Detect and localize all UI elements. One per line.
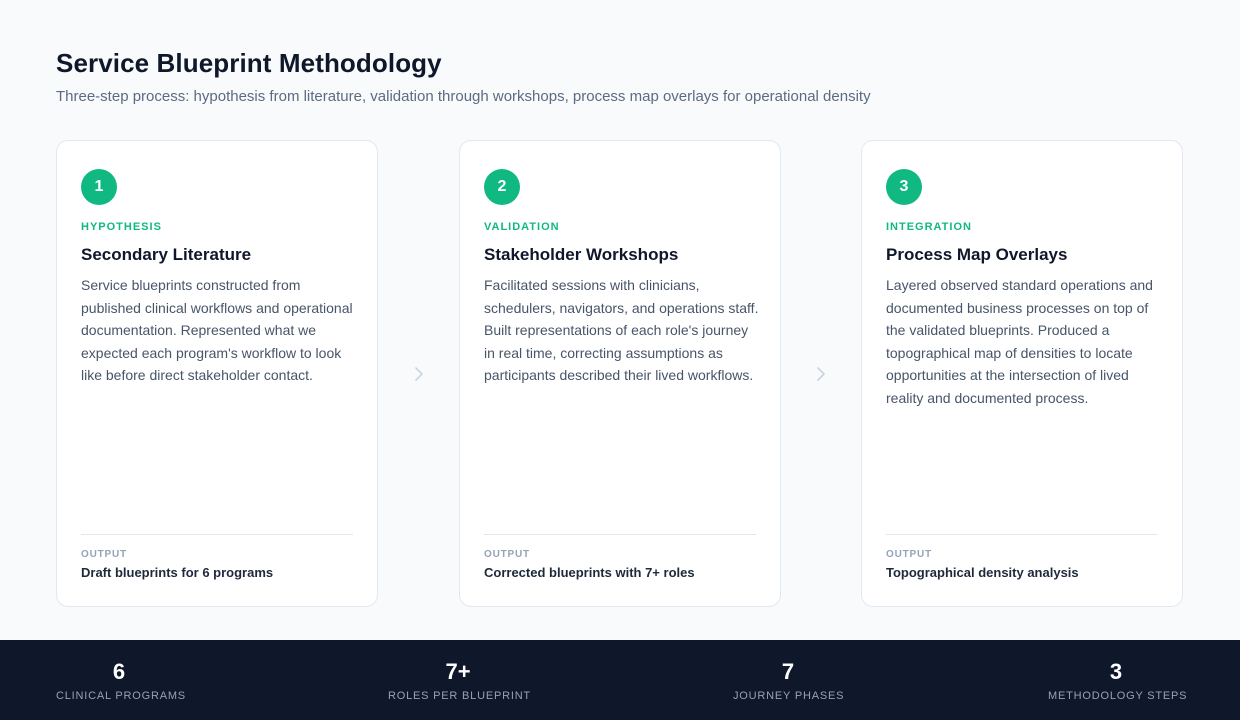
stat-roles-per-blueprint: 7+ ROLES PER BLUEPRINT [388,659,531,703]
stat-label: METHODOLOGY STEPS [1048,690,1188,702]
card-divider [484,534,756,535]
stat-journey-phases: 7 JOURNEY PHASES [733,659,845,703]
step-description: Service blueprints constructed from publ… [81,277,353,383]
step-number-badge: 3 [886,169,922,205]
page-title: Service Blueprint Methodology [56,48,442,78]
step-card-validation: 2 VALIDATION Stakeholder Workshops Facil… [459,140,781,607]
output-label: OUTPUT [81,549,127,560]
methodology-page: Service Blueprint Methodology Three-step… [0,0,1240,720]
stat-label: JOURNEY PHASES [733,690,845,702]
step-description: Layered observed standard operations and… [886,277,1153,406]
output-label: OUTPUT [886,549,932,560]
step-title: Secondary Literature [81,245,252,264]
step-number-badge: 1 [81,169,117,205]
step-phase-label: VALIDATION [484,221,560,233]
step-phase-label: INTEGRATION [886,221,972,233]
output-label: OUTPUT [484,549,530,560]
step-phase-label: HYPOTHESIS [81,221,162,233]
chevron-right-icon [407,362,431,386]
stat-value: 7 [781,659,795,684]
stat-value: 7+ [445,659,471,684]
card-divider [81,534,353,535]
step-title: Stakeholder Workshops [484,245,679,264]
stats-bar: 6 CLINICAL PROGRAMS 7+ ROLES PER BLUEPRI… [0,640,1240,720]
stat-methodology-steps: 3 METHODOLOGY STEPS [1048,659,1188,703]
output-value: Draft blueprints for 6 programs [81,565,274,580]
step-card-integration: 3 INTEGRATION Process Map Overlays Layer… [861,140,1183,607]
stat-clinical-programs: 6 CLINICAL PROGRAMS [56,659,186,703]
stat-label: ROLES PER BLUEPRINT [388,690,531,702]
output-value: Corrected blueprints with 7+ roles [484,565,695,580]
step-title: Process Map Overlays [886,245,1068,264]
stat-label: CLINICAL PROGRAMS [56,690,186,702]
chevron-right-icon [809,362,833,386]
page-subtitle: Three-step process: hypothesis from lite… [56,88,871,105]
step-card-hypothesis: 1 HYPOTHESIS Secondary Literature Servic… [56,140,378,607]
stat-value: 3 [1109,659,1123,684]
card-divider [886,534,1158,535]
step-description: Facilitated sessions with clinicians, sc… [484,277,759,383]
step-number-badge: 2 [484,169,520,205]
output-value: Topographical density analysis [886,565,1079,580]
stat-value: 6 [112,659,126,684]
